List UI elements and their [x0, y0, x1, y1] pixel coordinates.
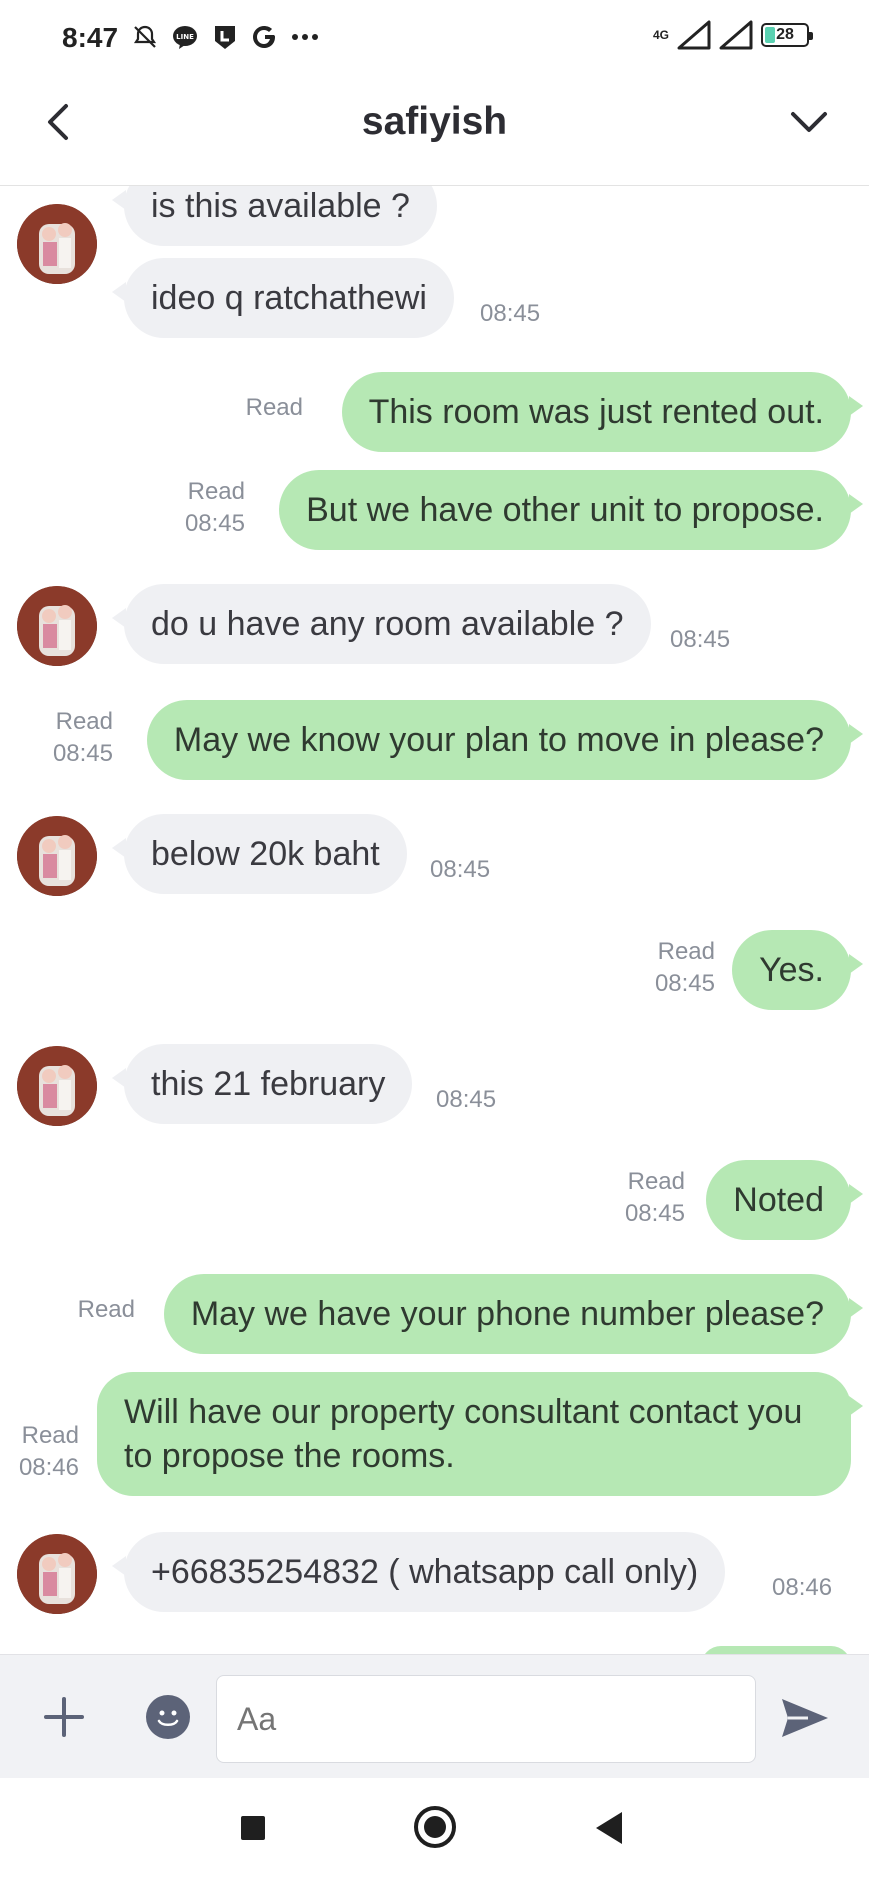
- svg-text:LINE: LINE: [176, 33, 194, 41]
- avatar[interactable]: [17, 816, 97, 896]
- status-time: 8:47: [62, 22, 119, 53]
- signal-icon-2: [719, 20, 753, 50]
- chat-title[interactable]: safiyish: [0, 100, 869, 144]
- outgoing-message[interactable]: But we have other unit to propose.: [279, 470, 863, 550]
- outgoing-message[interactable]: May we know your plan to move in please?: [146, 700, 864, 780]
- message-time: 08:45: [184, 510, 245, 537]
- message-input[interactable]: [216, 1675, 756, 1763]
- g-icon: [250, 22, 280, 52]
- back-button[interactable]: [596, 1812, 622, 1844]
- status-system-icons: 4G 28: [652, 20, 813, 50]
- network-type: 4G: [652, 28, 669, 42]
- read-receipt: Read: [21, 1422, 79, 1449]
- message-time: 08:45: [654, 970, 715, 997]
- read-receipt: Read: [77, 1296, 135, 1323]
- message-time: 08:45: [480, 300, 541, 327]
- message-time: 08:45: [436, 1086, 497, 1113]
- read-receipt: Read: [55, 708, 113, 735]
- message-time: 08:46: [18, 1454, 79, 1481]
- incoming-message[interactable]: this 21 february: [111, 1044, 413, 1124]
- recents-button[interactable]: [241, 1816, 265, 1840]
- send-icon[interactable]: [780, 1695, 830, 1741]
- status-notification-icons: LINE: [130, 22, 320, 52]
- emoji-icon[interactable]: [146, 1695, 190, 1739]
- message-list[interactable]: is this available ? ideo q ratchathewi 0…: [0, 186, 869, 1654]
- avatar[interactable]: [17, 204, 97, 284]
- message-time: 08:45: [52, 740, 113, 767]
- message-time: 08:45: [670, 626, 731, 653]
- incoming-message[interactable]: is this available ?: [112, 186, 437, 246]
- l-badge-icon: [210, 22, 240, 52]
- read-receipt: Read: [245, 394, 303, 421]
- home-button[interactable]: [414, 1806, 456, 1848]
- chat-header: safiyish: [0, 78, 869, 186]
- message-time: 08:45: [624, 1200, 685, 1227]
- more-dots-icon: [290, 22, 320, 52]
- incoming-message[interactable]: do u have any room available ?: [112, 584, 651, 664]
- avatar[interactable]: [17, 1534, 97, 1614]
- mute-icon: [130, 22, 160, 52]
- outgoing-message[interactable]: This room was just rented out.: [341, 372, 864, 452]
- system-nav-bar: [0, 1778, 869, 1883]
- avatar[interactable]: [17, 586, 97, 666]
- incoming-message[interactable]: below 20k baht: [112, 814, 407, 894]
- message-time: 08:46: [772, 1574, 833, 1601]
- incoming-message[interactable]: +66835254832 ( whatsapp call only): [111, 1532, 726, 1612]
- read-receipt: Read: [627, 1168, 685, 1195]
- incoming-message[interactable]: ideo q ratchathewi: [112, 258, 454, 338]
- signal-icon: [677, 20, 711, 50]
- avatar[interactable]: [17, 1046, 97, 1126]
- status-bar: 8:47 LINE 4G 28: [0, 0, 869, 78]
- message-time: 08:45: [430, 856, 491, 883]
- read-receipt: Read: [657, 938, 715, 965]
- line-icon: LINE: [170, 22, 200, 52]
- outgoing-message[interactable]: Noted: [706, 1160, 863, 1240]
- outgoing-message-partial[interactable]: [701, 1646, 851, 1654]
- battery-icon: 28: [761, 23, 813, 47]
- chevron-down-icon[interactable]: [785, 98, 833, 146]
- outgoing-message[interactable]: May we have your phone number please?: [163, 1274, 864, 1354]
- composer-bar: [0, 1654, 869, 1778]
- plus-icon[interactable]: [40, 1693, 88, 1741]
- outgoing-message[interactable]: Yes.: [732, 930, 863, 1010]
- battery-level: 28: [776, 26, 794, 43]
- outgoing-message[interactable]: Will have our property consultant contac…: [97, 1372, 863, 1496]
- read-receipt: Read: [187, 478, 245, 505]
